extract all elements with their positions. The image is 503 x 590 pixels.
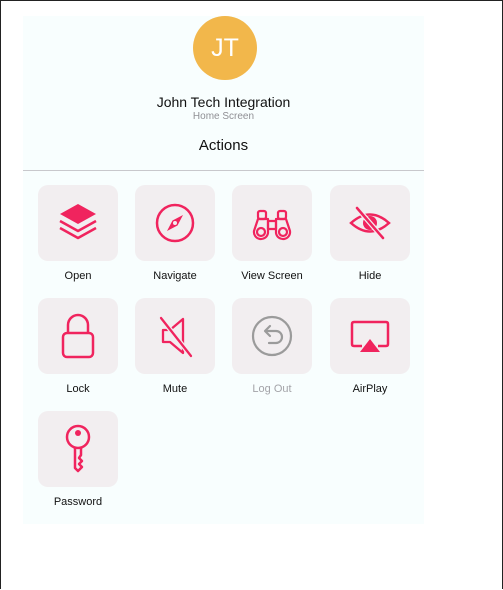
action-hide-tile[interactable]: [330, 185, 410, 261]
action-log-out-tile[interactable]: [232, 298, 312, 374]
action-airplay[interactable]: AirPlay: [329, 298, 411, 395]
action-label: Hide: [358, 270, 382, 282]
action-label: Lock: [66, 383, 90, 395]
lock-icon: [61, 313, 95, 359]
action-navigate[interactable]: Navigate: [134, 185, 216, 282]
user-name: John Tech Integration: [156, 94, 291, 110]
action-label: Password: [53, 496, 103, 508]
layers-icon: [59, 204, 97, 240]
action-mute[interactable]: Mute: [134, 298, 216, 395]
eye-slash-icon: [349, 206, 391, 240]
airplay-icon: [350, 320, 390, 352]
action-mute-tile[interactable]: [135, 298, 215, 374]
compass-icon: [155, 203, 195, 243]
user-location: Home Screen: [192, 111, 255, 122]
action-label: Navigate: [153, 270, 197, 282]
action-navigate-tile[interactable]: [135, 185, 215, 261]
action-open-tile[interactable]: [38, 185, 118, 261]
actions-panel: JT John Tech Integration Home Screen Act…: [23, 16, 424, 524]
avatar-initials: JT: [211, 33, 239, 62]
action-log-out[interactable]: Log Out: [231, 298, 313, 395]
action-hide[interactable]: Hide: [329, 185, 411, 282]
action-lock[interactable]: Lock: [37, 298, 119, 395]
action-label: AirPlay: [352, 383, 388, 395]
action-label: View Screen: [241, 270, 303, 282]
action-password[interactable]: Password: [37, 411, 119, 508]
action-password-tile[interactable]: [38, 411, 118, 487]
action-lock-tile[interactable]: [38, 298, 118, 374]
action-label: Open: [64, 270, 92, 282]
action-view-screen-tile[interactable]: [232, 185, 312, 261]
divider: [23, 170, 424, 171]
speaker-muted-icon: [159, 316, 193, 358]
action-view-screen[interactable]: View Screen: [231, 185, 313, 282]
avatar: JT: [193, 16, 257, 80]
action-open[interactable]: Open: [37, 185, 119, 282]
action-airplay-tile[interactable]: [330, 298, 410, 374]
action-label: Log Out: [252, 383, 292, 395]
logout-arrow-icon: [251, 315, 293, 357]
action-label: Mute: [162, 383, 188, 395]
key-icon: [65, 424, 91, 473]
binoculars-icon: [252, 209, 292, 241]
section-title: Actions: [198, 137, 249, 154]
